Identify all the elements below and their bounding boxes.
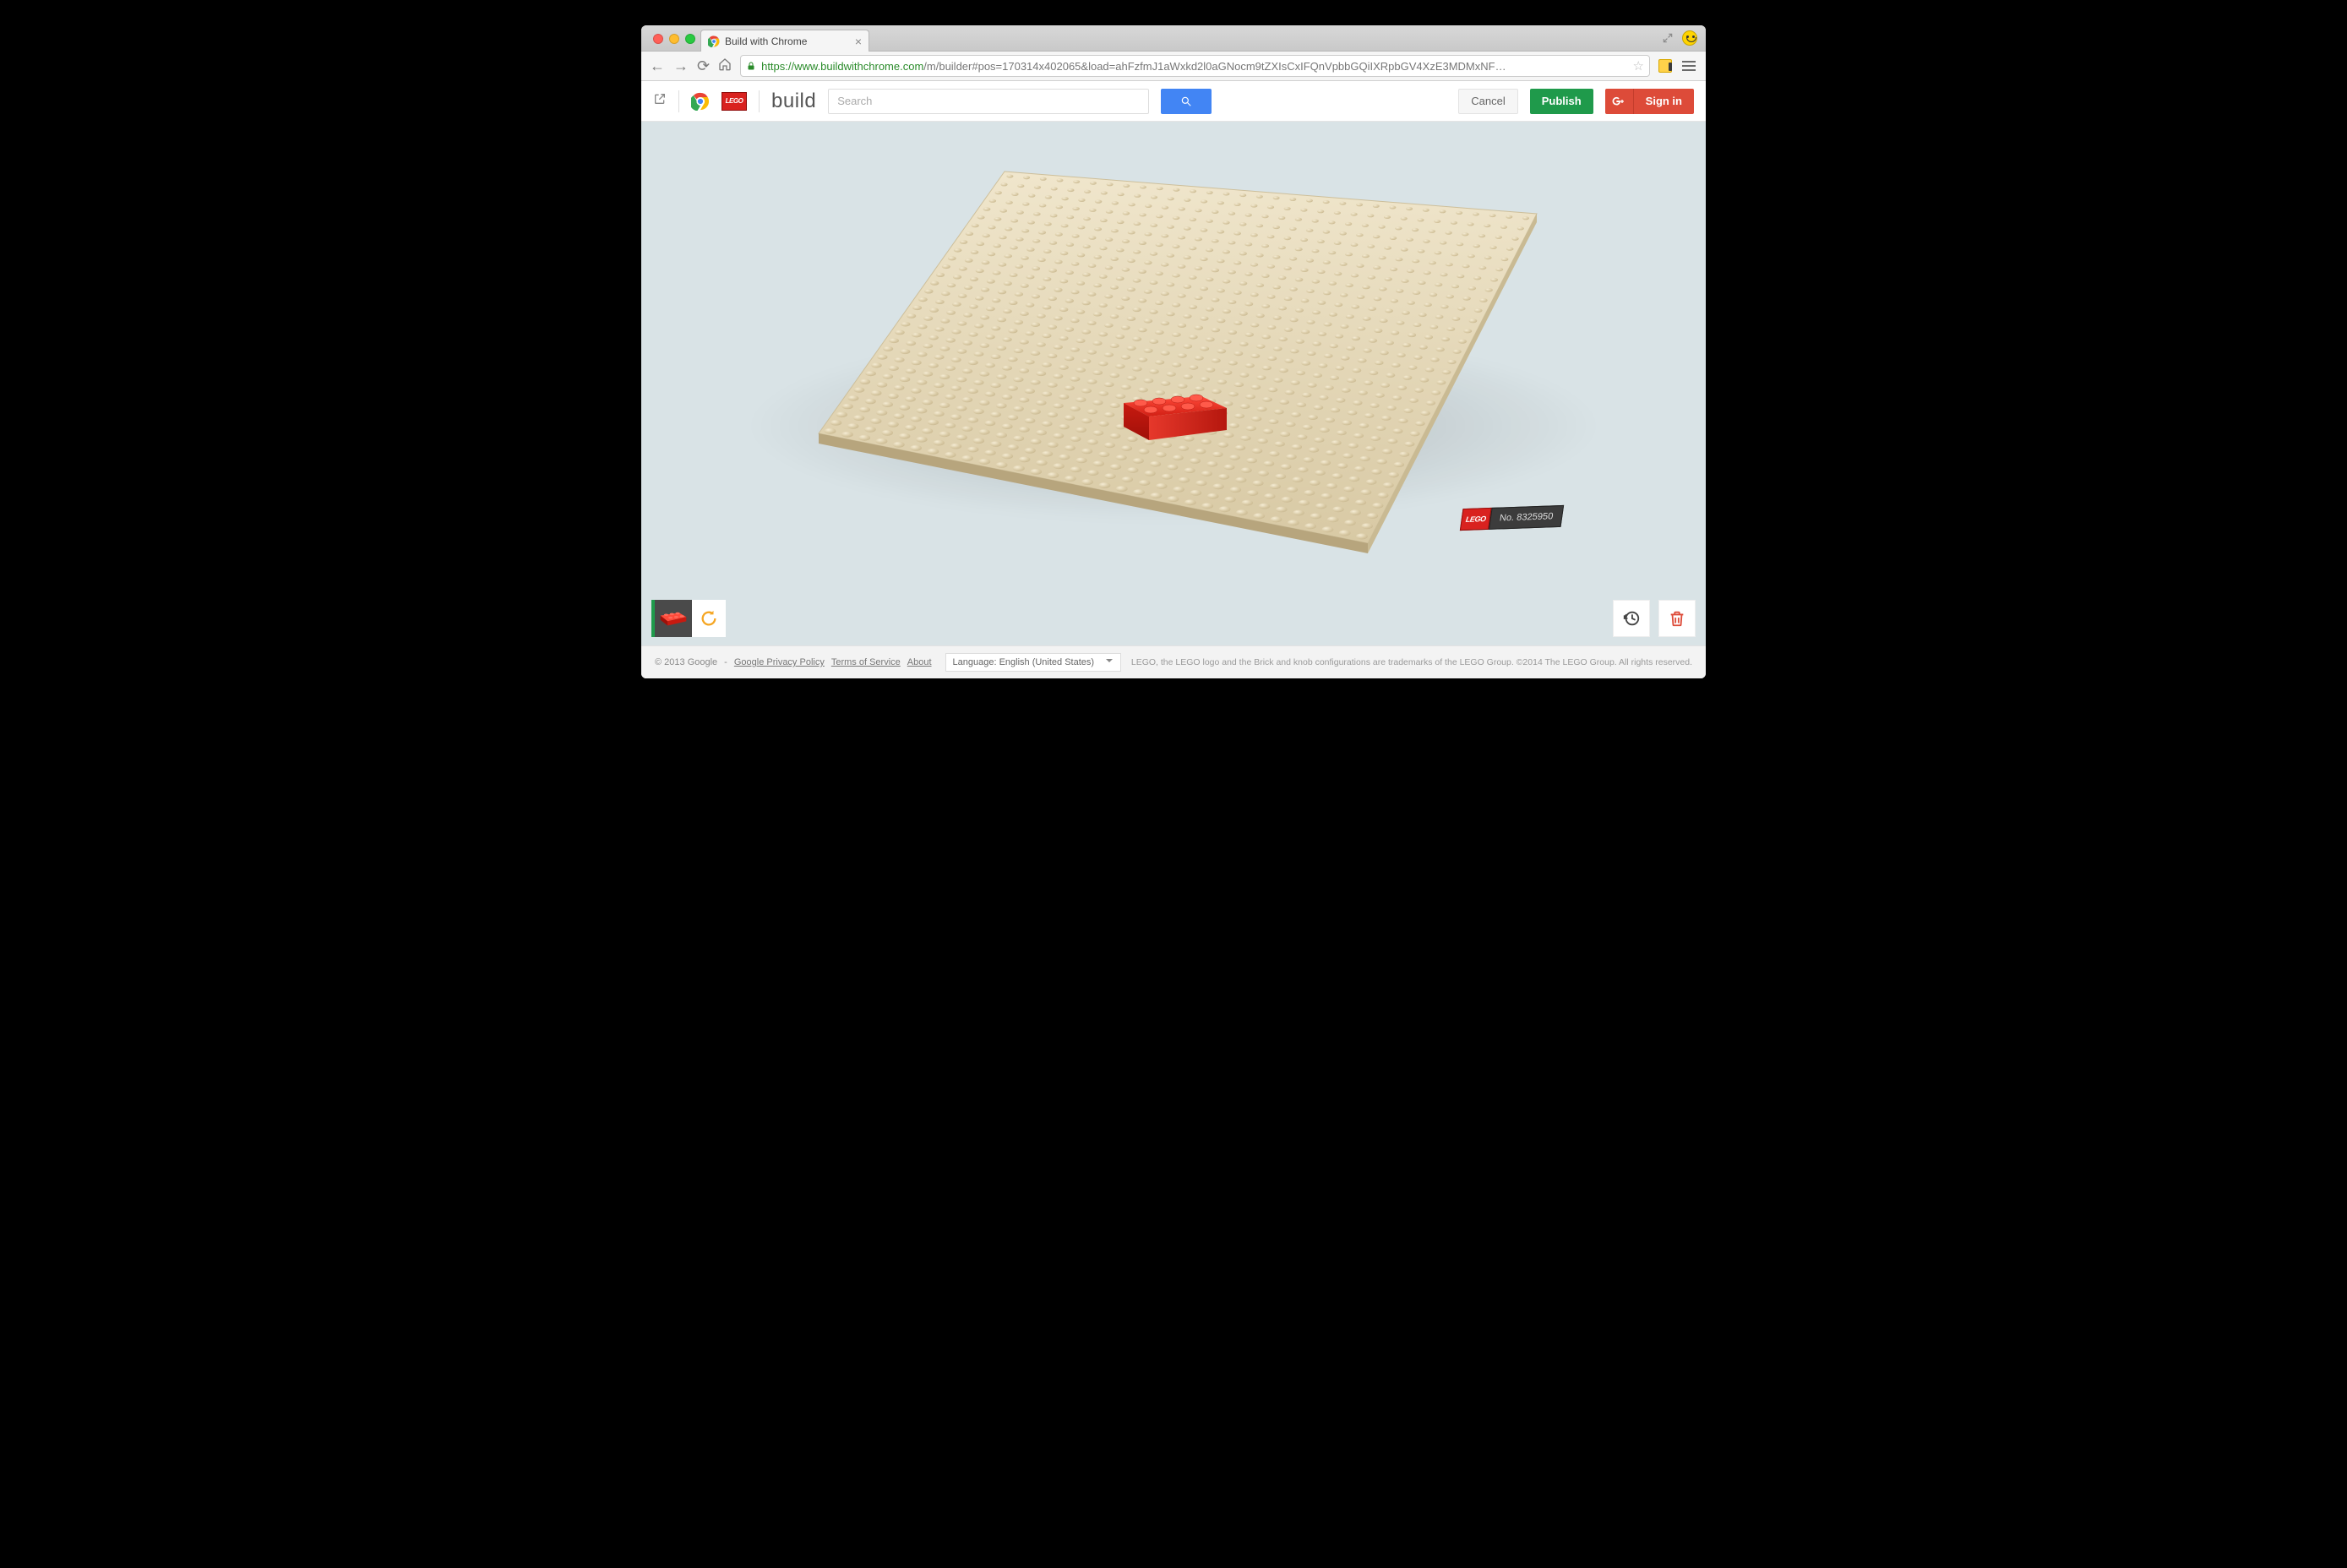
minimize-window-icon[interactable] xyxy=(669,34,679,44)
home-button[interactable] xyxy=(718,57,732,75)
forward-button[interactable]: → xyxy=(673,57,689,75)
lego-badge-icon: LEGO xyxy=(1460,508,1492,531)
brick-icon xyxy=(659,609,688,628)
search-input[interactable] xyxy=(828,89,1149,114)
trash-icon xyxy=(1668,609,1686,628)
divider xyxy=(759,90,760,112)
brick-palette xyxy=(651,600,726,637)
url-host: ://www.buildwithchrome.com xyxy=(785,60,923,73)
divider xyxy=(678,90,679,112)
search-button[interactable] xyxy=(1161,89,1212,114)
build-number: No. 8325950 xyxy=(1489,505,1564,530)
tab-close-icon[interactable]: × xyxy=(855,35,862,48)
search-icon xyxy=(1180,95,1192,107)
build-number-plate: LEGO No. 8325950 xyxy=(1460,505,1564,531)
lock-icon xyxy=(746,61,756,71)
address-bar[interactable]: https ://www.buildwithchrome.com /m/buil… xyxy=(740,55,1650,77)
browser-tab[interactable]: Build with Chrome × xyxy=(700,30,869,52)
fullscreen-icon[interactable] xyxy=(1662,32,1674,44)
red-brick-2x4[interactable] xyxy=(1117,388,1230,442)
tab-title: Build with Chrome xyxy=(725,35,807,47)
signin-group: Sign in xyxy=(1605,89,1694,114)
back-button[interactable]: ← xyxy=(650,57,665,75)
publish-button[interactable]: Publish xyxy=(1530,89,1593,114)
privacy-link[interactable]: Google Privacy Policy xyxy=(734,657,825,667)
current-brick-button[interactable] xyxy=(655,600,692,637)
zoom-window-icon[interactable] xyxy=(685,34,695,44)
signin-button[interactable]: Sign in xyxy=(1634,89,1694,114)
bottom-toolbar xyxy=(641,591,1706,645)
url-path: /m/builder#pos=170314x402065&load=ahFzfm… xyxy=(923,60,1506,73)
google-plus-icon xyxy=(1612,95,1625,108)
lego-baseplate[interactable] xyxy=(793,155,1554,560)
bookmark-star-icon[interactable]: ☆ xyxy=(1633,58,1644,74)
legal-text: LEGO, the LEGO logo and the Brick and kn… xyxy=(1131,657,1692,667)
undo-history-button[interactable] xyxy=(1613,600,1650,637)
separator: - xyxy=(724,657,727,667)
browser-window: Build with Chrome × ← → ⟳ https ://www.b… xyxy=(641,25,1706,678)
smiley-extension-icon[interactable] xyxy=(1682,30,1697,46)
rotate-brick-button[interactable] xyxy=(692,600,726,637)
right-tools xyxy=(1613,600,1696,637)
delete-button[interactable] xyxy=(1658,600,1696,637)
close-window-icon[interactable] xyxy=(653,34,663,44)
history-icon xyxy=(1622,609,1641,628)
footer: © 2013 Google - Google Privacy Policy Te… xyxy=(641,645,1706,678)
app-header: LEGO build Cancel Publish Sign in xyxy=(641,81,1706,122)
google-plus-button[interactable] xyxy=(1605,89,1634,114)
chrome-favicon-icon xyxy=(708,35,720,47)
rotate-icon xyxy=(700,609,718,628)
chrome-logo-icon xyxy=(691,92,710,111)
lego-logo-icon: LEGO xyxy=(722,92,747,111)
language-selector[interactable]: Language: English (United States) xyxy=(939,653,1121,672)
app-title: build xyxy=(771,90,816,113)
about-link[interactable]: About xyxy=(907,657,932,667)
terms-link[interactable]: Terms of Service xyxy=(831,657,901,667)
window-controls xyxy=(648,34,700,51)
reload-button[interactable]: ⟳ xyxy=(697,57,710,75)
browser-toolbar: ← → ⟳ https ://www.buildwithchrome.com /… xyxy=(641,51,1706,81)
lastpass-extension-icon[interactable] xyxy=(1658,59,1672,73)
chrome-menu-icon[interactable] xyxy=(1680,59,1697,73)
build-canvas[interactable]: LEGO No. 8325950 xyxy=(641,122,1706,645)
cancel-button[interactable]: Cancel xyxy=(1458,89,1517,114)
url-protocol: https xyxy=(761,60,785,73)
copyright: © 2013 Google xyxy=(655,657,717,667)
tab-strip: Build with Chrome × xyxy=(641,25,1706,51)
popout-icon[interactable] xyxy=(653,92,667,110)
